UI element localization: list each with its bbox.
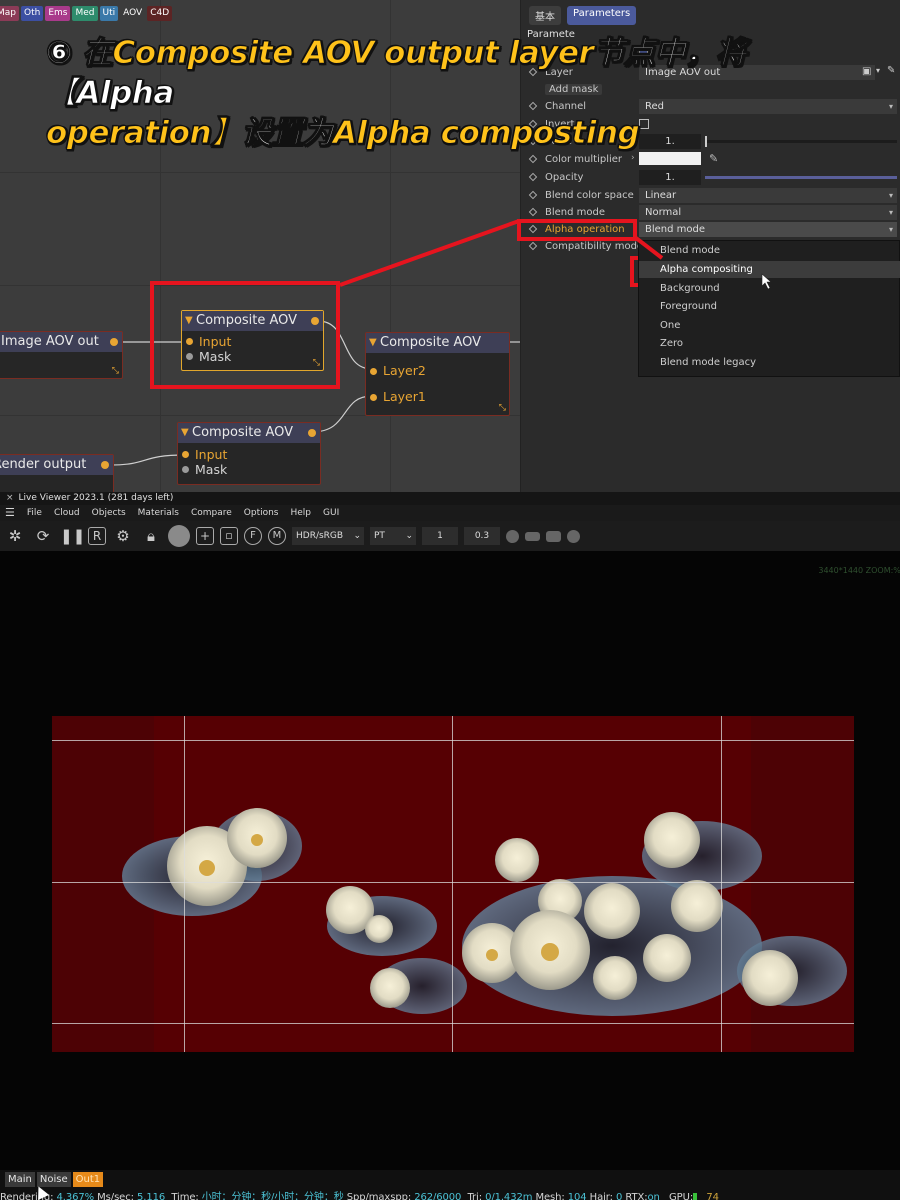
stat-label: GPU: xyxy=(669,1192,694,1200)
stat-rtx: on xyxy=(647,1192,660,1200)
chevron-down-icon: ⌄ xyxy=(405,531,413,541)
menu-file[interactable]: File xyxy=(27,505,42,521)
menu-cloud[interactable]: Cloud xyxy=(54,505,80,521)
menu-materials[interactable]: Materials xyxy=(138,505,179,521)
caption-line-2: operation】设置为Alpha composting xyxy=(46,113,826,153)
hexagon-icon[interactable] xyxy=(506,529,519,543)
material-ball-icon[interactable] xyxy=(168,525,190,547)
kernel-select[interactable]: PT ⌄ xyxy=(370,527,416,545)
viewer-number-input[interactable]: 0.3 xyxy=(464,527,500,545)
render-image xyxy=(52,716,854,1052)
stat-label: Ms/sec: xyxy=(97,1192,134,1200)
caption-text: Composite AOV output layer xyxy=(112,35,594,72)
safe-frame-guide xyxy=(452,716,453,1052)
gpu-usage-bar xyxy=(693,1192,698,1200)
render-stats: Rendering: 4.367% Ms/sec: 5.116 Time: 小时… xyxy=(0,1188,719,1200)
right-flower-cluster xyxy=(462,812,847,1016)
stat-label: Tri: xyxy=(467,1192,482,1200)
caption-line-1: ⑥ 在Composite AOV output layer节点中，将【Alpha xyxy=(46,33,826,113)
left-flower-cluster xyxy=(122,808,467,1014)
screen: Map Oth Ems Med Uti AOV C4D Image AOV out ⤡ ▼ … xyxy=(0,0,900,1200)
viewer-title: Live Viewer 2023.1 (281 days left) xyxy=(18,493,174,503)
safe-frame-guide xyxy=(721,716,722,1052)
stat-label: Spp/maxspp: xyxy=(346,1192,412,1200)
stat-label: Mesh: xyxy=(535,1192,565,1200)
callout-line xyxy=(634,236,664,260)
refresh-icon[interactable]: ⟳ xyxy=(32,525,54,547)
safe-frame-guide xyxy=(52,882,854,883)
stat-label: Hair: xyxy=(589,1192,613,1200)
stat-time: 小时：分钟：秒/小时：分钟：秒 xyxy=(201,1192,344,1200)
clay-mode-icon[interactable]: ▫ xyxy=(220,527,238,545)
menu-gui[interactable]: GUI xyxy=(323,505,339,521)
stat-rendering: 4.367% xyxy=(56,1192,95,1200)
viewer-number-input[interactable]: 1 xyxy=(422,527,458,545)
menu-help[interactable]: Help xyxy=(291,505,312,521)
live-viewer-titlebar: × Live Viewer 2023.1 (281 days left) xyxy=(0,492,900,505)
tab-out1[interactable]: Out1 xyxy=(72,1172,104,1187)
caption-text: 设置为 xyxy=(241,115,334,152)
stat-tri: 0/1.432m xyxy=(485,1192,533,1200)
mouse-cursor-icon xyxy=(761,273,772,290)
status-bar: Main Noise Out1 Rendering: 4.367% Ms/sec… xyxy=(0,1170,900,1200)
lock-icon[interactable]: 🔒︎ xyxy=(140,525,162,547)
stat-label: RTX: xyxy=(625,1192,648,1200)
pause-icon[interactable]: ❚❚ xyxy=(60,525,85,547)
caption-text: operation】 xyxy=(46,115,243,152)
render-pass-tabs: Main Noise Out1 xyxy=(5,1172,105,1187)
stat-mesh: 104 xyxy=(567,1192,587,1200)
stat-spp: 262/6000 xyxy=(414,1192,462,1200)
stat-label: Time: xyxy=(171,1192,199,1200)
viewer-toolbar: ✲ ⟳ ❚❚ R ⚙ 🔒︎ + ▫ F M HDR/sRGB ⌄ PT ⌄ 1 0.… xyxy=(0,521,900,551)
add-region-icon[interactable]: + xyxy=(196,527,214,545)
material-picker-icon[interactable]: M xyxy=(268,527,286,545)
send-scene-icon[interactable]: ✲ xyxy=(4,525,26,547)
caption-text: ⑥ 在 xyxy=(46,35,114,72)
circle-icon[interactable] xyxy=(567,529,580,543)
region-render-icon[interactable]: R xyxy=(88,527,106,545)
select-value: PT xyxy=(374,531,385,541)
menu-objects[interactable]: Objects xyxy=(92,505,126,521)
callout-line xyxy=(339,219,520,287)
tab-main[interactable]: Main xyxy=(5,1172,35,1187)
settings-gear-icon[interactable]: ⚙ xyxy=(112,525,134,547)
zoom-label: 3440*1440 ZOOM:%2 xyxy=(818,566,900,575)
chevron-down-icon: ⌄ xyxy=(353,531,361,541)
viewer-menubar: ☰ File Cloud Objects Materials Compare Option… xyxy=(0,505,900,521)
safe-frame-guide xyxy=(184,716,185,1052)
close-icon[interactable]: × xyxy=(6,493,14,503)
stat-ms: 5.116 xyxy=(137,1192,166,1200)
menu-compare[interactable]: Compare xyxy=(191,505,232,521)
rectangle-icon[interactable] xyxy=(525,531,540,541)
safe-frame-guide xyxy=(52,1023,854,1024)
color-space-select[interactable]: HDR/sRGB ⌄ xyxy=(292,527,364,545)
select-value: HDR/sRGB xyxy=(296,531,344,541)
focus-picker-icon[interactable]: F xyxy=(244,527,262,545)
caption-text: Alpha composting xyxy=(333,115,641,152)
camera-icon[interactable] xyxy=(546,530,561,542)
stat-hair: 0 xyxy=(615,1192,623,1200)
peony-flowers-illustration xyxy=(122,808,847,1016)
stat-gpu: 74 xyxy=(706,1192,719,1200)
render-viewport[interactable]: 3440*1440 ZOOM:%2 xyxy=(0,551,900,1170)
tutorial-caption: ⑥ 在Composite AOV output layer节点中，将【Alpha… xyxy=(46,33,826,153)
safe-frame-guide xyxy=(52,740,854,741)
hamburger-menu-icon[interactable]: ☰ xyxy=(5,505,15,521)
menu-options[interactable]: Options xyxy=(244,505,279,521)
